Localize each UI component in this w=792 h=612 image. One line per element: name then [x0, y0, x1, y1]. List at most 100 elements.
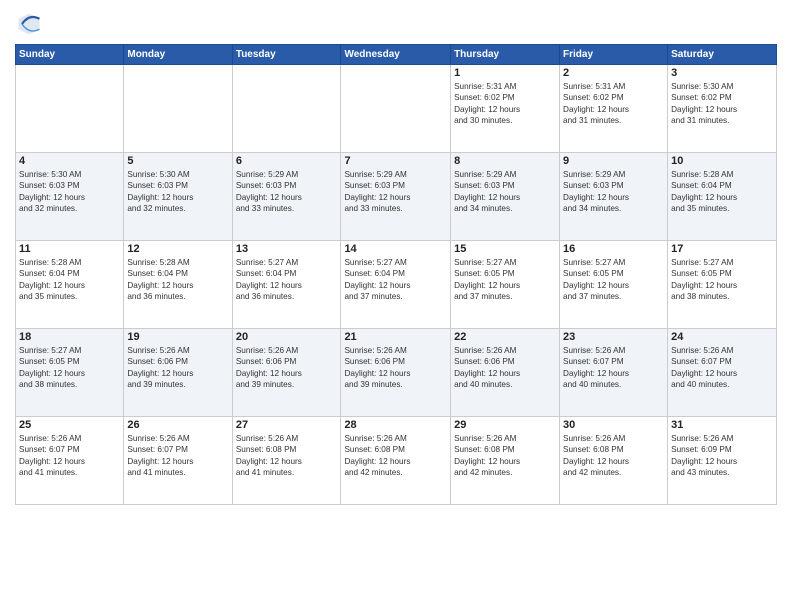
day-number: 10	[671, 155, 773, 167]
day-number: 30	[563, 419, 664, 431]
calendar-cell: 28 Sunrise: 5:26 AM Sunset: 6:08 PM Dayli…	[341, 417, 451, 505]
calendar-cell: 10 Sunrise: 5:28 AM Sunset: 6:04 PM Dayli…	[668, 153, 777, 241]
day-info: Sunrise: 5:26 AM Sunset: 6:08 PM Dayligh…	[344, 433, 447, 479]
day-number: 23	[563, 331, 664, 343]
weekday-header: Friday	[560, 45, 668, 65]
day-info: Sunrise: 5:30 AM Sunset: 6:03 PM Dayligh…	[19, 169, 120, 215]
day-info: Sunrise: 5:27 AM Sunset: 6:04 PM Dayligh…	[344, 257, 447, 303]
weekday-header: Thursday	[451, 45, 560, 65]
day-info: Sunrise: 5:27 AM Sunset: 6:05 PM Dayligh…	[563, 257, 664, 303]
day-info: Sunrise: 5:29 AM Sunset: 6:03 PM Dayligh…	[454, 169, 556, 215]
calendar-cell: 31Sunrise: 5:26 AM Sunset: 6:09 PM Dayli…	[668, 417, 777, 505]
calendar-cell: 18 Sunrise: 5:27 AM Sunset: 6:05 PM Dayli…	[16, 329, 124, 417]
day-number: 17	[671, 243, 773, 255]
day-info: Sunrise: 5:28 AM Sunset: 6:04 PM Dayligh…	[127, 257, 228, 303]
day-info: Sunrise: 5:26 AM Sunset: 6:07 PM Dayligh…	[671, 345, 773, 391]
day-info: Sunrise: 5:26 AM Sunset: 6:07 PM Dayligh…	[19, 433, 120, 479]
day-info: Sunrise: 5:26 AM Sunset: 6:08 PM Dayligh…	[563, 433, 664, 479]
day-info: Sunrise: 5:26 AM Sunset: 6:06 PM Dayligh…	[344, 345, 447, 391]
day-number: 13	[236, 243, 338, 255]
day-info: Sunrise: 5:28 AM Sunset: 6:04 PM Dayligh…	[671, 169, 773, 215]
calendar-cell: 22 Sunrise: 5:26 AM Sunset: 6:06 PM Dayli…	[451, 329, 560, 417]
calendar-cell: 25Sunrise: 5:26 AM Sunset: 6:07 PM Dayli…	[16, 417, 124, 505]
calendar-week-row: 25Sunrise: 5:26 AM Sunset: 6:07 PM Dayli…	[16, 417, 777, 505]
header	[15, 10, 777, 38]
day-info: Sunrise: 5:31 AM Sunset: 6:02 PM Dayligh…	[454, 81, 556, 127]
day-number: 6	[236, 155, 338, 167]
day-number: 16	[563, 243, 664, 255]
day-number: 7	[344, 155, 447, 167]
calendar-cell: 30 Sunrise: 5:26 AM Sunset: 6:08 PM Dayli…	[560, 417, 668, 505]
day-info: Sunrise: 5:27 AM Sunset: 6:05 PM Dayligh…	[671, 257, 773, 303]
calendar-cell: 20 Sunrise: 5:26 AM Sunset: 6:06 PM Dayli…	[232, 329, 341, 417]
calendar-cell: 4 Sunrise: 5:30 AM Sunset: 6:03 PM Daylig…	[16, 153, 124, 241]
weekday-header: Saturday	[668, 45, 777, 65]
day-info: Sunrise: 5:29 AM Sunset: 6:03 PM Dayligh…	[563, 169, 664, 215]
calendar-week-row: 4 Sunrise: 5:30 AM Sunset: 6:03 PM Daylig…	[16, 153, 777, 241]
day-info: Sunrise: 5:27 AM Sunset: 6:05 PM Dayligh…	[19, 345, 120, 391]
calendar-cell: 17 Sunrise: 5:27 AM Sunset: 6:05 PM Dayli…	[668, 241, 777, 329]
calendar-week-row: 1Sunrise: 5:31 AM Sunset: 6:02 PM Daylig…	[16, 65, 777, 153]
weekday-header: Monday	[124, 45, 232, 65]
logo-icon	[15, 10, 43, 38]
calendar-cell	[341, 65, 451, 153]
calendar-cell: 5 Sunrise: 5:30 AM Sunset: 6:03 PM Daylig…	[124, 153, 232, 241]
calendar-cell: 2 Sunrise: 5:31 AM Sunset: 6:02 PM Daylig…	[560, 65, 668, 153]
calendar-cell: 21Sunrise: 5:26 AM Sunset: 6:06 PM Dayli…	[341, 329, 451, 417]
day-info: Sunrise: 5:26 AM Sunset: 6:08 PM Dayligh…	[454, 433, 556, 479]
weekday-header: Sunday	[16, 45, 124, 65]
calendar-cell	[124, 65, 232, 153]
calendar-cell	[232, 65, 341, 153]
day-info: Sunrise: 5:26 AM Sunset: 6:07 PM Dayligh…	[563, 345, 664, 391]
day-number: 27	[236, 419, 338, 431]
calendar-cell: 16 Sunrise: 5:27 AM Sunset: 6:05 PM Dayli…	[560, 241, 668, 329]
weekday-row: SundayMondayTuesdayWednesdayThursdayFrid…	[16, 45, 777, 65]
day-number: 24	[671, 331, 773, 343]
calendar-cell: 27 Sunrise: 5:26 AM Sunset: 6:08 PM Dayli…	[232, 417, 341, 505]
day-number: 22	[454, 331, 556, 343]
calendar-cell: 13 Sunrise: 5:27 AM Sunset: 6:04 PM Dayli…	[232, 241, 341, 329]
day-number: 31	[671, 419, 773, 431]
day-number: 12	[127, 243, 228, 255]
day-info: Sunrise: 5:26 AM Sunset: 6:06 PM Dayligh…	[236, 345, 338, 391]
calendar-body: 1Sunrise: 5:31 AM Sunset: 6:02 PM Daylig…	[16, 65, 777, 505]
calendar-week-row: 18 Sunrise: 5:27 AM Sunset: 6:05 PM Dayli…	[16, 329, 777, 417]
day-number: 5	[127, 155, 228, 167]
day-info: Sunrise: 5:30 AM Sunset: 6:03 PM Dayligh…	[127, 169, 228, 215]
calendar-cell: 26Sunrise: 5:26 AM Sunset: 6:07 PM Dayli…	[124, 417, 232, 505]
day-info: Sunrise: 5:29 AM Sunset: 6:03 PM Dayligh…	[344, 169, 447, 215]
calendar-cell: 9 Sunrise: 5:29 AM Sunset: 6:03 PM Daylig…	[560, 153, 668, 241]
calendar-table: SundayMondayTuesdayWednesdayThursdayFrid…	[15, 44, 777, 505]
day-number: 3	[671, 67, 773, 79]
calendar-cell: 7 Sunrise: 5:29 AM Sunset: 6:03 PM Daylig…	[341, 153, 451, 241]
day-number: 9	[563, 155, 664, 167]
day-number: 19	[127, 331, 228, 343]
calendar-header: SundayMondayTuesdayWednesdayThursdayFrid…	[16, 45, 777, 65]
day-number: 2	[563, 67, 664, 79]
calendar-cell: 24 Sunrise: 5:26 AM Sunset: 6:07 PM Dayli…	[668, 329, 777, 417]
calendar-cell: 1Sunrise: 5:31 AM Sunset: 6:02 PM Daylig…	[451, 65, 560, 153]
day-info: Sunrise: 5:28 AM Sunset: 6:04 PM Dayligh…	[19, 257, 120, 303]
weekday-header: Wednesday	[341, 45, 451, 65]
day-number: 18	[19, 331, 120, 343]
day-number: 14	[344, 243, 447, 255]
day-number: 4	[19, 155, 120, 167]
calendar-week-row: 11 Sunrise: 5:28 AM Sunset: 6:04 PM Dayli…	[16, 241, 777, 329]
day-number: 28	[344, 419, 447, 431]
day-info: Sunrise: 5:27 AM Sunset: 6:04 PM Dayligh…	[236, 257, 338, 303]
day-number: 20	[236, 331, 338, 343]
day-number: 11	[19, 243, 120, 255]
day-info: Sunrise: 5:27 AM Sunset: 6:05 PM Dayligh…	[454, 257, 556, 303]
day-info: Sunrise: 5:26 AM Sunset: 6:08 PM Dayligh…	[236, 433, 338, 479]
calendar-cell: 15Sunrise: 5:27 AM Sunset: 6:05 PM Dayli…	[451, 241, 560, 329]
calendar-cell: 3 Sunrise: 5:30 AM Sunset: 6:02 PM Daylig…	[668, 65, 777, 153]
calendar-cell: 8Sunrise: 5:29 AM Sunset: 6:03 PM Daylig…	[451, 153, 560, 241]
logo	[15, 10, 47, 38]
day-info: Sunrise: 5:26 AM Sunset: 6:06 PM Dayligh…	[454, 345, 556, 391]
day-info: Sunrise: 5:26 AM Sunset: 6:06 PM Dayligh…	[127, 345, 228, 391]
day-info: Sunrise: 5:30 AM Sunset: 6:02 PM Dayligh…	[671, 81, 773, 127]
page: SundayMondayTuesdayWednesdayThursdayFrid…	[0, 0, 792, 612]
weekday-header: Tuesday	[232, 45, 341, 65]
day-info: Sunrise: 5:31 AM Sunset: 6:02 PM Dayligh…	[563, 81, 664, 127]
day-info: Sunrise: 5:26 AM Sunset: 6:07 PM Dayligh…	[127, 433, 228, 479]
